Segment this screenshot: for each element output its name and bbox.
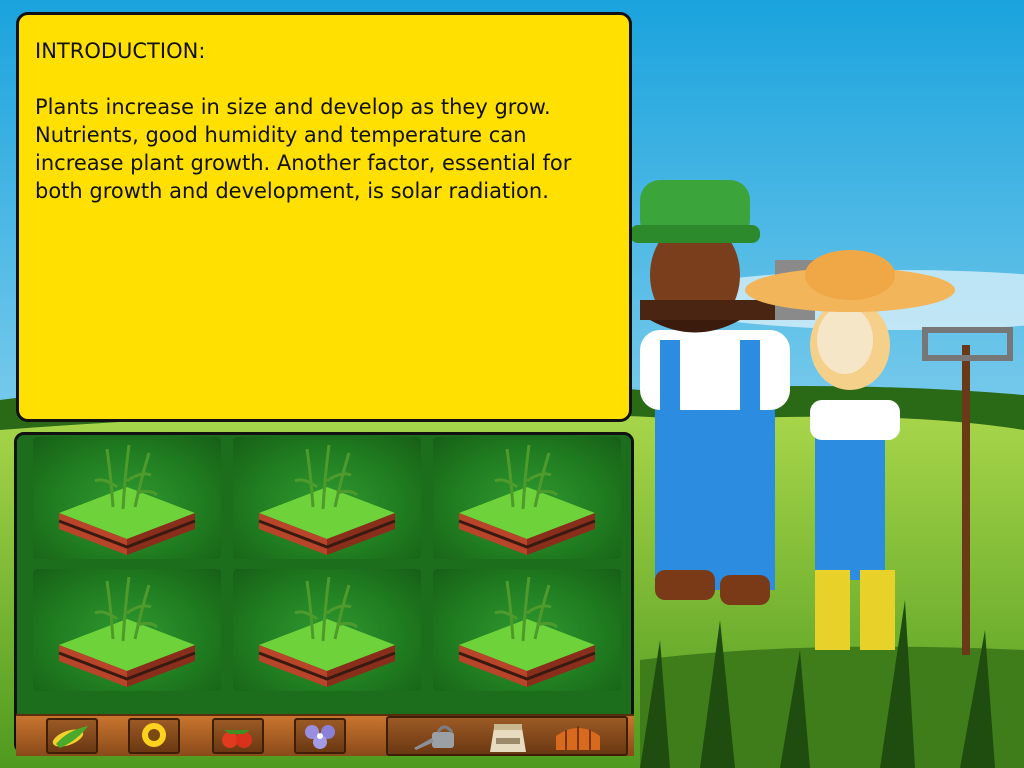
greenhouse-icon [556,726,600,750]
greenhouse-button[interactable] [548,720,608,754]
tomato-icon [222,730,252,748]
corn-seed-button[interactable] [46,718,98,754]
sunflower-icon [142,723,166,747]
garden-grid [14,432,634,754]
fertilizer-bag-icon [490,724,526,752]
watering-can-button[interactable] [408,720,464,754]
garden-plot[interactable] [433,569,621,691]
tomato-seed-button[interactable] [212,718,264,754]
introduction-panel: INTRODUCTION: Plants increase in size an… [16,12,632,422]
intro-body-text: Plants increase in size and develop as t… [35,95,572,203]
corn-seedling-icon [458,444,596,555]
garden-plot[interactable] [233,569,421,691]
violet-flower-icon [305,725,335,749]
corn-seedling-icon [58,444,196,555]
corn-seedling-icon [458,576,596,687]
garden-plot[interactable] [33,437,221,559]
fertilizer-bag-button[interactable] [480,720,536,754]
corn-icon [52,726,88,748]
garden-plot[interactable] [433,437,621,559]
corn-seedling-icon [258,576,396,687]
corn-seedling-icon [58,576,196,687]
sunflower-seed-button[interactable] [128,718,180,754]
intro-heading: INTRODUCTION: [35,39,206,63]
toolbar [16,714,634,756]
garden-plot[interactable] [33,569,221,691]
corn-seedling-icon [258,444,396,555]
violet-flower-seed-button[interactable] [294,718,346,754]
care-tools-group [386,716,628,756]
garden-plot[interactable] [233,437,421,559]
watering-can-icon [414,725,454,750]
